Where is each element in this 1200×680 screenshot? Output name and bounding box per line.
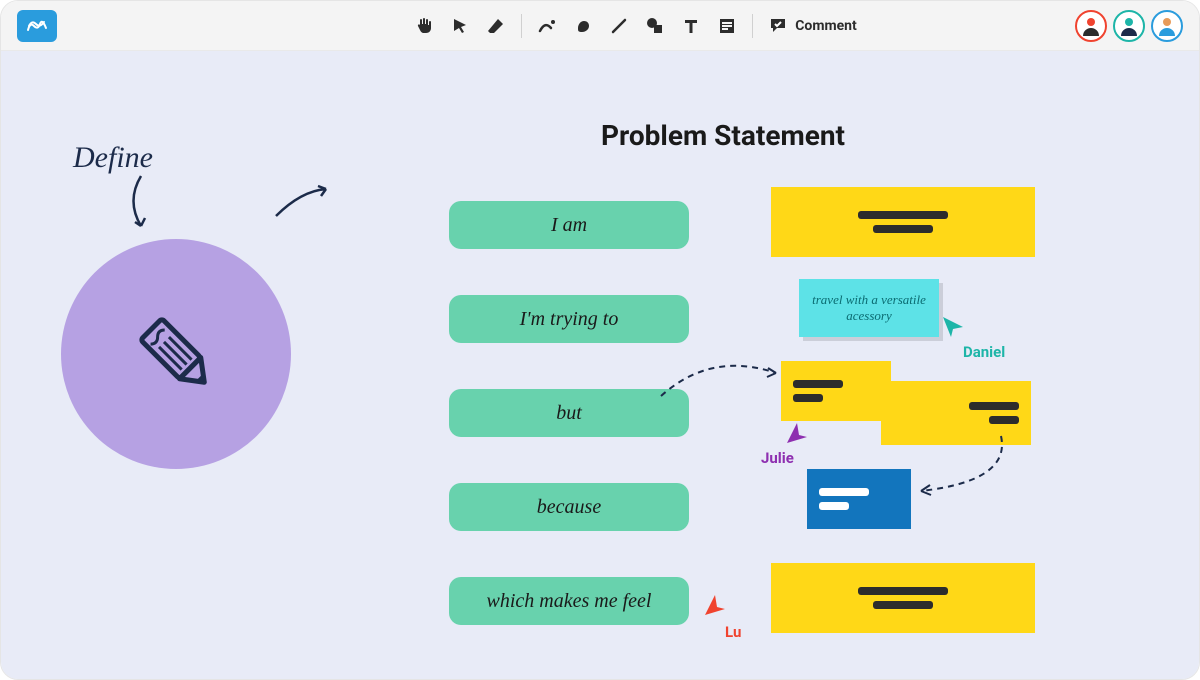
shape-tool[interactable] [638,9,672,43]
prompt-pill-trying-to[interactable]: I'm trying to [449,295,689,343]
page-title: Problem Statement [601,119,845,152]
pencil-icon [121,299,231,409]
comment-icon [769,16,789,36]
line-icon [609,16,629,36]
pen-icon [537,16,557,36]
prompt-pill-because[interactable]: because [449,483,689,531]
comment-button[interactable]: Comment [761,12,864,40]
cursor-daniel-icon [939,313,967,341]
answer-card-blue[interactable] [807,469,911,529]
hand-icon [414,16,434,36]
blob-icon [573,16,593,36]
line-tool[interactable] [602,9,636,43]
comment-label: Comment [795,18,856,34]
person-icon [1117,14,1141,38]
arrow-circle-out-icon [271,181,341,231]
avatar-lu[interactable] [1075,10,1107,42]
define-circle[interactable] [61,239,291,469]
cursor-label-lu: Lu [725,623,741,641]
answer-card-row5[interactable] [771,563,1035,633]
pointer-icon [451,17,469,35]
prompt-text: because [537,496,601,519]
text-icon [682,17,700,35]
app-window: Comment Problem Statement Define [0,0,1200,680]
answer-card-row3a[interactable] [781,361,891,421]
cursor-label-daniel: Daniel [963,343,1005,361]
app-logo[interactable] [17,10,57,42]
note-icon [718,17,736,35]
shape-icon [645,16,665,36]
avatar-julie[interactable] [1151,10,1183,42]
person-icon [1079,14,1103,38]
cyan-note-text: travel with a versatile acessory [811,292,927,323]
toolbar-divider [752,14,753,38]
prompt-pill-makes-me-feel[interactable]: which makes me feel [449,577,689,625]
blob-tool[interactable] [566,9,600,43]
eraser-icon [486,16,506,36]
note-tool[interactable] [710,9,744,43]
prompt-text: but [556,402,582,425]
define-label: Define [73,141,153,175]
dashed-arrow-1-icon [651,351,791,411]
tool-group: Comment [407,9,864,43]
answer-card-row1[interactable] [771,187,1035,257]
arrow-define-to-circle-icon [121,171,181,241]
cursor-julie-icon [783,419,811,447]
pen-tool[interactable] [530,9,564,43]
presence-avatars [1075,10,1183,42]
prompt-text: I am [551,214,587,237]
avatar-daniel[interactable] [1113,10,1145,42]
cursor-lu-icon [701,591,729,619]
canvas[interactable]: Problem Statement Define [1,51,1199,679]
eraser-tool[interactable] [479,9,513,43]
prompt-text: which makes me feel [487,590,652,613]
hand-tool[interactable] [407,9,441,43]
prompt-pill-i-am[interactable]: I am [449,201,689,249]
text-tool[interactable] [674,9,708,43]
toolbar-divider [521,14,522,38]
logo-scribble-icon [26,18,48,34]
answer-card-cyan[interactable]: travel with a versatile acessory [799,279,939,337]
select-tool[interactable] [443,9,477,43]
person-icon [1155,14,1179,38]
prompt-text: I'm trying to [520,308,619,331]
cursor-label-julie: Julie [761,449,794,467]
toolbar: Comment [1,1,1199,51]
dashed-arrow-2-icon [901,431,1021,511]
